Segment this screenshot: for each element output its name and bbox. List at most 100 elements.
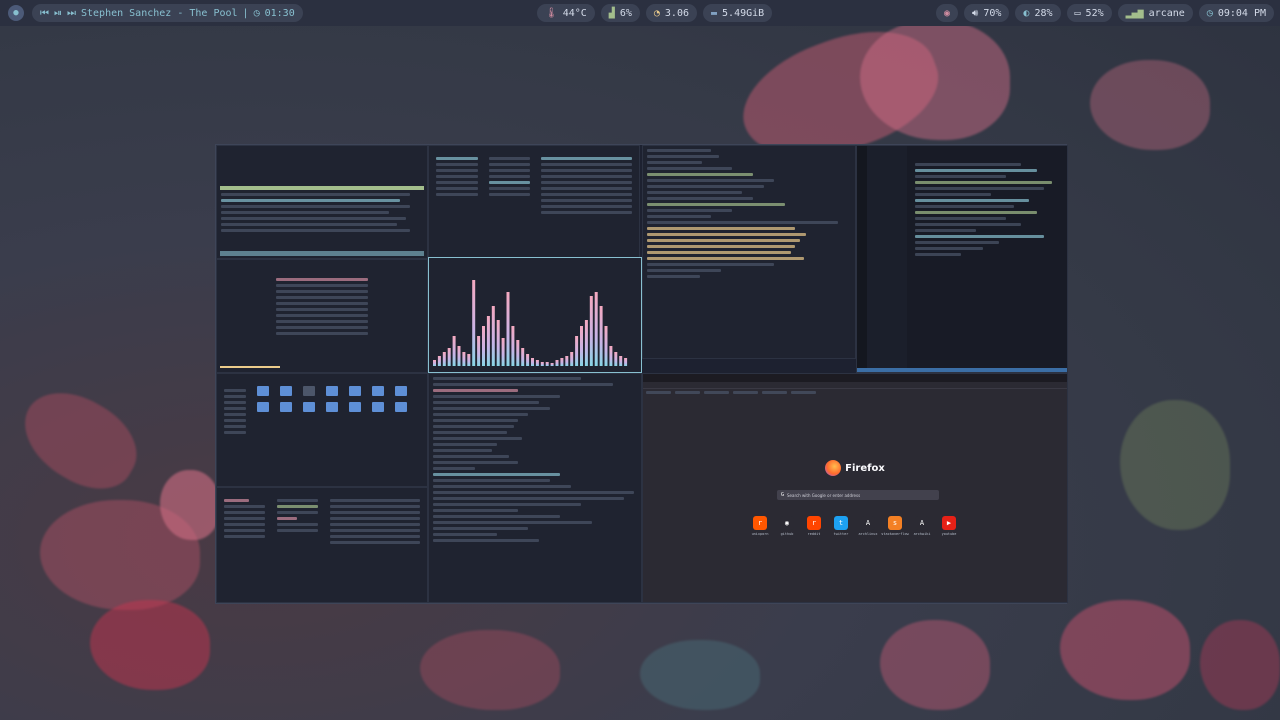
- folder-icon[interactable]: [280, 402, 292, 412]
- folder-icon[interactable]: [395, 402, 407, 412]
- media-separator: |: [242, 7, 249, 19]
- shortcut-reddit[interactable]: r reddit: [803, 516, 825, 536]
- cpu-value: 6%: [619, 7, 632, 19]
- visualizer-bar: [584, 320, 588, 366]
- window-editor-config[interactable]: [428, 373, 642, 603]
- clock-widget: ◷ 09:04 PM: [1198, 4, 1274, 22]
- window-editor-lua[interactable]: [642, 145, 856, 359]
- shortcut-github[interactable]: ◉ github: [776, 516, 798, 536]
- window-btop[interactable]: [216, 487, 428, 603]
- visualizer-bar: [516, 340, 520, 366]
- visualizer-bar: [467, 354, 471, 366]
- unixporn-icon: r: [753, 516, 767, 530]
- window-htop[interactable]: [216, 145, 428, 259]
- visualizer-bar: [535, 360, 539, 366]
- network-widget[interactable]: ▂▄▆ arcane: [1117, 4, 1193, 22]
- load-widget: ◔ 3.06: [645, 4, 697, 22]
- folder-icon[interactable]: [395, 386, 407, 396]
- visualizer-bar: [433, 360, 436, 366]
- visualizer-bar: [594, 292, 598, 366]
- search-placeholder: Search with Google or enter address: [787, 492, 861, 498]
- visualizer-bar: [555, 360, 559, 366]
- shortcut-label: archwiki: [913, 532, 931, 536]
- archwiki-icon: A: [915, 516, 929, 530]
- shortcut-label: github: [780, 532, 794, 536]
- temperature-value: 44°C: [562, 7, 587, 19]
- volume-value: 70%: [983, 7, 1002, 19]
- visualizer-bar: [501, 338, 505, 366]
- visualizer-bar: [447, 348, 451, 366]
- shortcut-twitter[interactable]: t twitter: [830, 516, 852, 536]
- visualizer-bar: [491, 306, 495, 366]
- folder-icon[interactable]: [349, 402, 361, 412]
- load-icon: ◔: [653, 7, 660, 19]
- visualizer-bar: [531, 358, 534, 366]
- next-icon[interactable]: ⏭: [67, 8, 76, 19]
- network-name: arcane: [1148, 7, 1185, 19]
- temperature-widget: 🌡︎ 44°C: [537, 4, 595, 22]
- folder-icon[interactable]: [372, 402, 384, 412]
- folder-icon[interactable]: [349, 386, 361, 396]
- stackoverflow-icon: s: [888, 516, 902, 530]
- visualizer-bar: [560, 358, 564, 366]
- visualizer-bar: [526, 354, 530, 366]
- shortcut-label: archlinux: [858, 532, 878, 536]
- shortcut-youtube[interactable]: ▶ youtube: [938, 516, 960, 536]
- folder-icon[interactable]: [303, 386, 315, 396]
- memory-widget: ▭ 52%: [1066, 4, 1112, 22]
- visualizer-bar: [624, 358, 628, 366]
- folder-icon[interactable]: [257, 402, 269, 412]
- twitter-icon: t: [834, 516, 848, 530]
- visualizer-bar: [472, 280, 476, 366]
- shortcut-label: stackoverflow: [881, 532, 909, 536]
- window-firefox[interactable]: Firefox G Search with Google or enter ad…: [642, 373, 1068, 603]
- archlinux-icon: A: [861, 516, 875, 530]
- window-file-manager[interactable]: [216, 373, 428, 487]
- shortcut-label: unixporn: [751, 532, 769, 536]
- launcher-icon[interactable]: ●: [8, 5, 24, 21]
- visualizer-bar: [462, 352, 466, 366]
- folder-icon[interactable]: [372, 386, 384, 396]
- shortcut-stackoverflow[interactable]: s stackoverflow: [881, 516, 909, 536]
- shortcut-label: youtube: [941, 532, 957, 536]
- folder-icon[interactable]: [303, 402, 315, 412]
- media-widget[interactable]: ⏮ ⏯ ⏭ Stephen Sanchez - The Pool | ◷ 01:…: [32, 4, 303, 22]
- folder-icon[interactable]: [257, 386, 269, 396]
- folder-icon[interactable]: [326, 402, 338, 412]
- shortcut-archwiki[interactable]: Aarchwiki: [911, 516, 933, 536]
- brightness-widget[interactable]: ◐ 28%: [1015, 4, 1061, 22]
- privacy-widget[interactable]: ◉: [936, 4, 959, 22]
- previous-icon[interactable]: ⏮: [40, 8, 49, 19]
- visualizer-bar: [457, 346, 461, 366]
- clock-value: 09:04 PM: [1217, 7, 1266, 19]
- window-visualizer[interactable]: [428, 257, 642, 373]
- visualizer-bars: [433, 280, 628, 366]
- visualizer-bar: [482, 326, 485, 366]
- visualizer-bar: [604, 326, 608, 366]
- search-input[interactable]: G Search with Google or enter address: [777, 490, 939, 500]
- workspace-overview: Firefox G Search with Google or enter ad…: [215, 144, 1068, 604]
- shortcut-unixporn[interactable]: r unixporn: [749, 516, 771, 536]
- window-terminal-timer[interactable]: [216, 259, 428, 373]
- folder-icon[interactable]: [326, 386, 338, 396]
- visualizer-bar: [521, 348, 525, 366]
- thermometer-icon: 🌡︎: [545, 7, 558, 19]
- load-value: 3.06: [664, 7, 689, 19]
- volume-widget[interactable]: 🔊︎ 70%: [964, 4, 1010, 22]
- folder-icon: ▬: [711, 7, 718, 19]
- clock-icon: ◷: [1206, 7, 1213, 19]
- visualizer-bar: [609, 346, 613, 366]
- visualizer-bar: [575, 336, 579, 366]
- pause-icon[interactable]: ⏯: [54, 8, 62, 19]
- visualizer-bar: [619, 356, 623, 366]
- window-vscode[interactable]: [856, 145, 1068, 373]
- clock-icon: ◷: [253, 7, 260, 19]
- shortcut-archlinux[interactable]: Aarchlinux: [857, 516, 879, 536]
- window-ranger[interactable]: [428, 145, 640, 259]
- visualizer-bar: [506, 292, 510, 366]
- visualizer-bar: [511, 326, 515, 366]
- visualizer-bar: [570, 352, 574, 366]
- visualizer-bar: [589, 296, 593, 366]
- folder-icon[interactable]: [280, 386, 292, 396]
- visualizer-bar: [550, 363, 554, 366]
